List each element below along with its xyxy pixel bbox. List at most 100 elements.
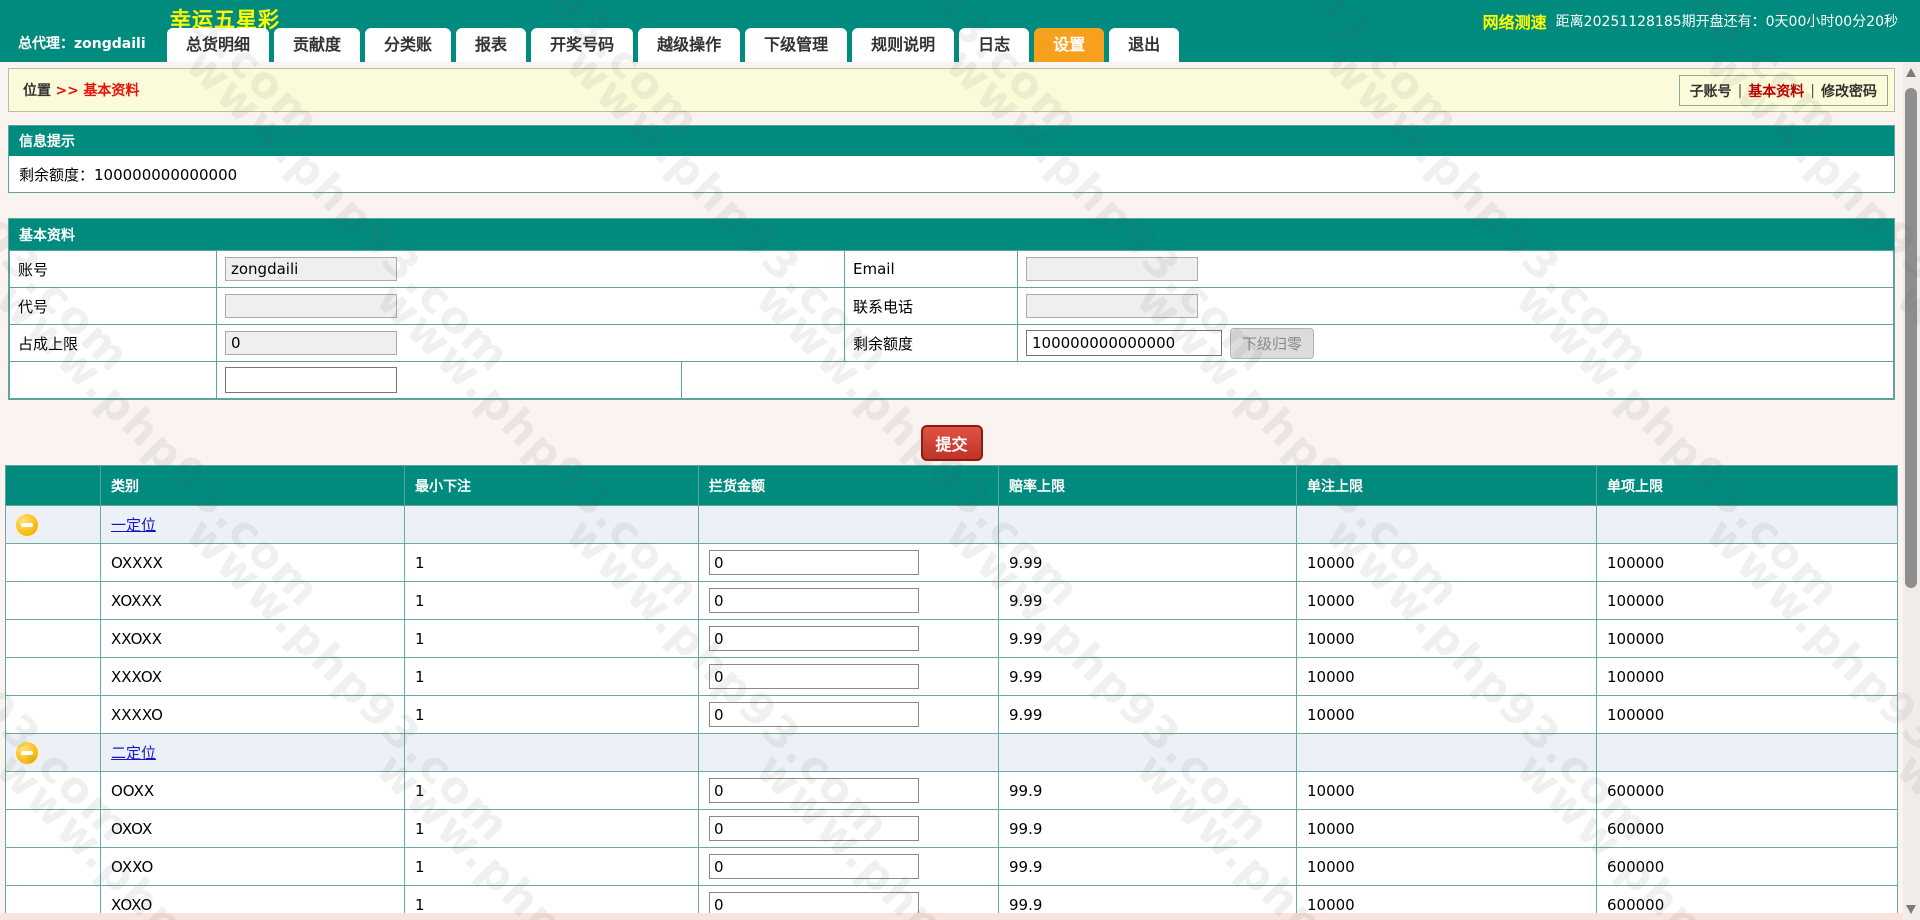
nav-tab[interactable]: 退出 — [1109, 28, 1180, 62]
nav-tab[interactable]: 开奖号码 — [531, 28, 634, 62]
nav-tab[interactable]: 贡献度 — [274, 28, 361, 62]
odds-limit-cell: 9.99 — [998, 543, 1297, 582]
reset-subordinate-button[interactable]: 下级归零 — [1230, 327, 1315, 359]
group-header-row: 二定位 — [5, 733, 1898, 772]
block-amount-input[interactable] — [709, 702, 919, 727]
col-header-category: 类别 — [100, 465, 405, 506]
quick-link[interactable]: 修改密码 — [1821, 81, 1877, 101]
group-label-cell: 一定位 — [100, 505, 405, 544]
scrollbar-thumb[interactable] — [1905, 88, 1917, 588]
block-amount-input[interactable] — [709, 626, 919, 651]
empty-cell — [1296, 505, 1597, 544]
scroll-down-arrow-icon[interactable] — [1906, 905, 1916, 914]
empty-cell — [698, 505, 999, 544]
odds-limit-cell: 99.9 — [998, 771, 1297, 810]
block-amount-input[interactable] — [709, 664, 919, 689]
bet-limit-cell: 10000 — [1296, 809, 1597, 848]
profile-panel: 基本资料 账号 Email 代号 联系电话 占成上限 剩余额度 — [8, 218, 1895, 400]
agent-account-label: 总代理：zongdaili — [18, 36, 146, 52]
nav-tab[interactable]: 日志 — [959, 28, 1030, 62]
main-content: 位置 >> 基本资料 子账号 | 基本资料 | 修改密码 信息提示 剩余额度：10000… — [0, 62, 1903, 920]
category-cell: XXXXO — [100, 695, 405, 734]
block-amount-input[interactable] — [709, 854, 919, 879]
item-limit-cell: 600000 — [1596, 847, 1898, 886]
bet-limit-cell: 10000 — [1296, 657, 1597, 696]
odds-limit-cell: 99.9 — [998, 847, 1297, 886]
email-field[interactable] — [1026, 257, 1198, 281]
item-limit-cell: 100000 — [1596, 657, 1898, 696]
category-cell: XXXOX — [100, 657, 405, 696]
info-panel-title: 信息提示 — [9, 126, 1894, 156]
empty-cell — [998, 505, 1297, 544]
bet-limit-cell: 10000 — [1296, 581, 1597, 620]
block-amount-input[interactable] — [709, 588, 919, 613]
phone-field[interactable] — [1026, 294, 1198, 318]
empty-cell — [681, 361, 1894, 399]
item-limit-cell: 600000 — [1596, 771, 1898, 810]
network-speed-link[interactable]: 网络测速 — [1483, 9, 1547, 33]
icon-cell — [5, 771, 101, 810]
rate-table-body: 一定位OXXXX19.9910000100000XOXXX19.99100001… — [5, 505, 1898, 920]
table-row: OXOX1 99.910000600000 — [5, 809, 1898, 848]
odds-limit-cell: 99.9 — [998, 809, 1297, 848]
scroll-up-arrow-icon[interactable] — [1906, 68, 1916, 77]
odds-limit-cell: 9.99 — [998, 695, 1297, 734]
minus-glyph — [21, 751, 33, 755]
top-header-bar: 总代理：zongdaili 幸运五星彩 总货明细 贡献度 分类账 报表 开奖号码 越级操作… — [0, 0, 1920, 62]
block-amount-input[interactable] — [709, 778, 919, 803]
quick-link[interactable]: 基本资料 — [1748, 81, 1804, 101]
icon-cell — [5, 847, 101, 886]
divider: | — [1810, 82, 1815, 99]
table-header-row: 类别 最小下注 拦货金额 赔率上限 单注上限 单项上限 — [5, 465, 1898, 506]
nav-tab[interactable]: 越级操作 — [638, 28, 741, 62]
quick-link[interactable]: 子账号 — [1690, 81, 1732, 101]
block-amount-input[interactable] — [709, 550, 919, 575]
remaining-quota-label: 剩余额度 — [844, 324, 1018, 362]
draw-countdown: 距离20251128185期开盘还有：0天00小时00分20秒 — [1555, 14, 1898, 30]
account-field[interactable] — [225, 257, 397, 281]
item-limit-cell: 100000 — [1596, 695, 1898, 734]
block-amount-cell — [698, 847, 999, 886]
table-row: XXXXO1 9.9910000100000 — [5, 695, 1898, 734]
min-bet-cell: 1 — [404, 657, 699, 696]
code-field[interactable] — [225, 294, 397, 318]
item-limit-cell: 100000 — [1596, 581, 1898, 620]
empty-cell — [1296, 733, 1597, 772]
bet-limit-cell: 10000 — [1296, 619, 1597, 658]
password-field[interactable] — [225, 367, 397, 393]
occupy-limit-field[interactable] — [225, 331, 397, 355]
block-amount-input[interactable] — [709, 816, 919, 841]
collapse-icon[interactable] — [16, 742, 38, 764]
bet-limit-cell: 10000 — [1296, 771, 1597, 810]
min-bet-cell: 1 — [404, 847, 699, 886]
group-link[interactable]: 一定位 — [111, 516, 156, 534]
group-label-cell: 二定位 — [100, 733, 405, 772]
vertical-scrollbar[interactable] — [1903, 62, 1920, 920]
nav-tab[interactable]: 规则说明 — [852, 28, 955, 62]
breadcrumb: 位置 >> 基本资料 — [9, 80, 139, 100]
nav-tab[interactable]: 设置 — [1034, 28, 1105, 62]
table-row: OOXX1 99.910000600000 — [5, 771, 1898, 810]
nav-tab[interactable]: 分类账 — [365, 28, 452, 62]
nav-tab[interactable]: 下级管理 — [745, 28, 848, 62]
group-link[interactable]: 二定位 — [111, 744, 156, 762]
empty-cell — [404, 505, 699, 544]
breadcrumb-current-page: 基本资料 — [83, 83, 140, 99]
submit-button[interactable]: 提交 — [920, 425, 983, 461]
nav-tab[interactable]: 报表 — [456, 28, 527, 62]
collapse-icon[interactable] — [16, 514, 38, 536]
bet-limit-cell: 10000 — [1296, 543, 1597, 582]
remaining-quota-field[interactable] — [1026, 330, 1222, 356]
breadcrumb-bar: 位置 >> 基本资料 子账号 | 基本资料 | 修改密码 — [8, 68, 1895, 112]
group-header-row: 一定位 — [5, 505, 1898, 544]
block-amount-cell — [698, 619, 999, 658]
nav-tab[interactable]: 总货明细 — [167, 28, 270, 62]
bet-limit-cell: 10000 — [1296, 695, 1597, 734]
table-row: XXOXX1 9.9910000100000 — [5, 619, 1898, 658]
info-panel: 信息提示 剩余额度：100000000000000 — [8, 125, 1895, 193]
min-bet-cell: 1 — [404, 581, 699, 620]
min-bet-cell: 1 — [404, 619, 699, 658]
odds-limit-cell: 9.99 — [998, 619, 1297, 658]
icon-cell — [5, 657, 101, 696]
item-limit-cell: 100000 — [1596, 619, 1898, 658]
